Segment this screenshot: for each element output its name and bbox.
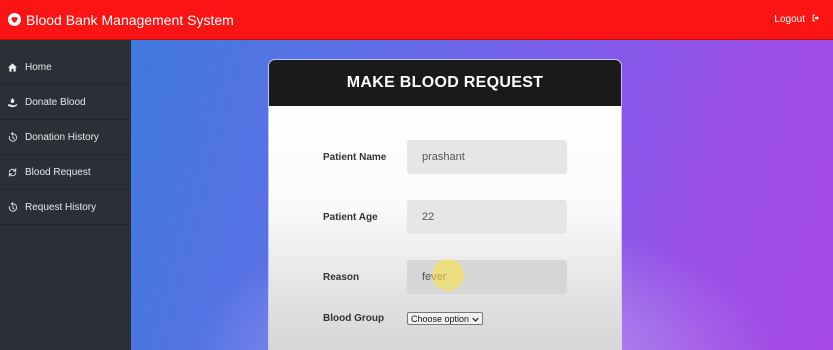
reason-input[interactable]: fever [407, 260, 567, 294]
blood-group-selected: Choose option [411, 313, 470, 324]
patient-name-row: Patient Name prashant [323, 140, 567, 174]
brand[interactable]: Blood Bank Management System [8, 12, 234, 28]
heart-icon [8, 13, 21, 26]
refresh-icon [7, 167, 18, 178]
home-icon [7, 62, 18, 73]
blood-request-form: Patient Name prashant Patient Age 22 Rea… [269, 106, 621, 350]
patient-name-input[interactable]: prashant [407, 140, 567, 174]
patient-age-row: Patient Age 22 [323, 200, 567, 234]
sidebar-item-label: Request History [25, 201, 97, 213]
history-icon [7, 131, 18, 143]
patient-age-input[interactable]: 22 [407, 200, 567, 234]
sidebar-item-donate-blood[interactable]: Donate Blood [0, 85, 131, 120]
logout-label: Logout [774, 14, 805, 25]
sign-out-icon [811, 13, 821, 26]
sidebar-item-label: Donation History [25, 131, 99, 143]
sidebar-item-donation-history[interactable]: Donation History [0, 120, 131, 155]
sidebar-item-blood-request[interactable]: Blood Request [0, 155, 131, 190]
blood-group-select[interactable]: Choose option [407, 312, 484, 325]
sidebar: Home Donate Blood Donation History Blood… [0, 40, 131, 350]
blood-group-label: Blood Group [323, 313, 385, 324]
reason-label: Reason [323, 271, 360, 283]
sidebar-item-label: Home [25, 61, 52, 73]
top-navbar: Blood Bank Management System Logout [0, 0, 833, 40]
blood-group-row: Blood Group Choose option [323, 312, 484, 325]
sidebar-item-home[interactable]: Home [0, 40, 131, 85]
chevron-down-icon [472, 314, 479, 324]
blood-request-card: MAKE BLOOD REQUEST Patient Name prashant… [269, 60, 621, 350]
card-title: MAKE BLOOD REQUEST [269, 60, 621, 106]
sidebar-item-request-history[interactable]: Request History [0, 190, 131, 225]
logout-button[interactable]: Logout [774, 13, 821, 26]
app-title: Blood Bank Management System [26, 11, 234, 28]
sidebar-item-label: Blood Request [25, 166, 91, 178]
history-icon [7, 201, 18, 213]
sidebar-item-label: Donate Blood [25, 96, 86, 108]
patient-age-label: Patient Age [323, 211, 378, 223]
patient-name-label: Patient Name [323, 151, 387, 163]
main-content: MAKE BLOOD REQUEST Patient Name prashant… [131, 40, 833, 350]
donate-icon [7, 97, 18, 108]
reason-row: Reason fever [323, 260, 567, 294]
